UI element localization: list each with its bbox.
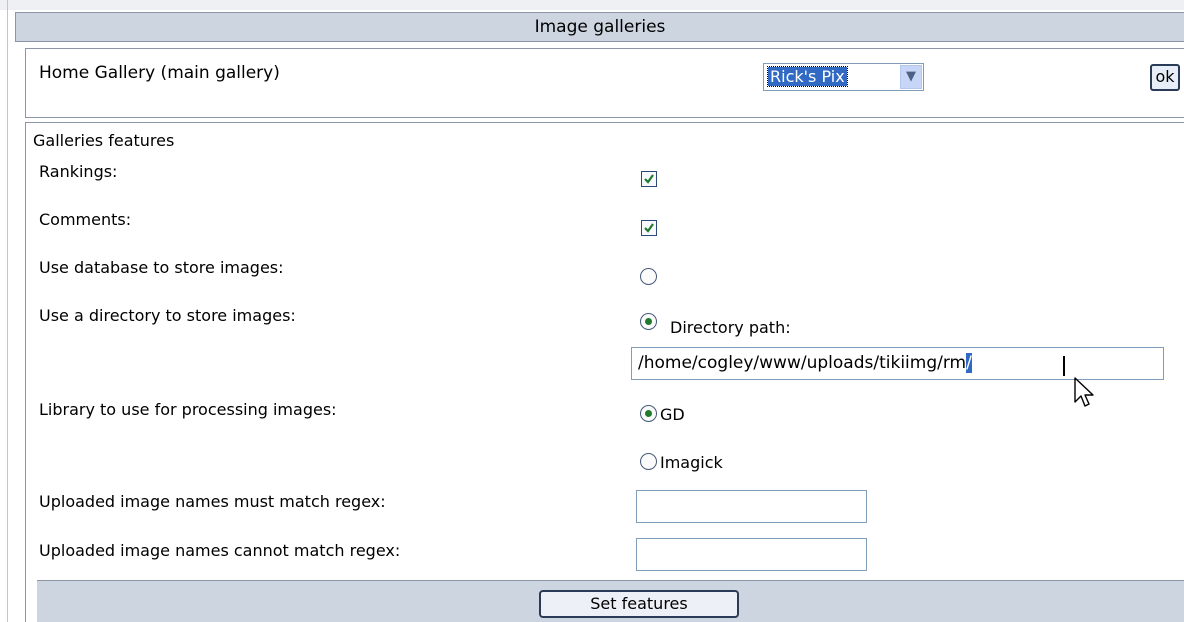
home-gallery-select[interactable]: Rick's Pix ▼ bbox=[763, 63, 924, 91]
text-caret bbox=[1063, 356, 1065, 376]
mouse-cursor-icon bbox=[1074, 377, 1094, 407]
home-gallery-label: Home Gallery (main gallery) bbox=[39, 63, 280, 83]
library-imagick-label: Imagick bbox=[660, 453, 723, 472]
cannot-match-label: Uploaded image names cannot match regex: bbox=[39, 541, 401, 560]
home-gallery-selected-value: Rick's Pix bbox=[767, 66, 848, 87]
directory-path-label: Directory path: bbox=[670, 318, 791, 337]
library-gd-radio[interactable] bbox=[640, 405, 657, 422]
use-database-label: Use database to store images: bbox=[39, 258, 284, 277]
home-gallery-row: Home Gallery (main gallery) Rick's Pix ▼… bbox=[25, 48, 1184, 118]
rankings-label: Rankings: bbox=[39, 162, 118, 181]
panel-title: Image galleries bbox=[15, 12, 1184, 42]
features-section-title: Galleries features bbox=[33, 131, 175, 150]
cannot-match-input[interactable] bbox=[636, 538, 867, 571]
checkmark-icon bbox=[644, 174, 654, 184]
library-imagick-radio[interactable] bbox=[640, 453, 657, 470]
must-match-input[interactable] bbox=[636, 490, 867, 523]
directory-path-selected-text: / bbox=[966, 353, 972, 373]
use-database-radio[interactable] bbox=[640, 268, 657, 285]
use-directory-label: Use a directory to store images: bbox=[39, 306, 296, 325]
comments-label: Comments: bbox=[39, 210, 132, 229]
library-label: Library to use for processing images: bbox=[39, 400, 337, 419]
checkmark-icon bbox=[644, 223, 654, 233]
set-features-button[interactable]: Set features bbox=[539, 590, 739, 618]
left-divider bbox=[7, 0, 8, 622]
directory-path-input[interactable]: /home/cogley/www/uploads/tikiimg/rm/ bbox=[631, 347, 1164, 380]
library-gd-label: GD bbox=[660, 405, 685, 424]
comments-checkbox[interactable] bbox=[641, 220, 657, 236]
use-directory-radio[interactable] bbox=[640, 313, 657, 330]
directory-path-value: /home/cogley/www/uploads/tikiimg/rm bbox=[638, 353, 967, 373]
top-band bbox=[0, 0, 1184, 10]
rankings-checkbox[interactable] bbox=[641, 171, 657, 187]
chevron-down-icon[interactable]: ▼ bbox=[900, 65, 922, 89]
ok-button[interactable]: ok bbox=[1150, 64, 1180, 91]
must-match-label: Uploaded image names must match regex: bbox=[39, 492, 386, 511]
